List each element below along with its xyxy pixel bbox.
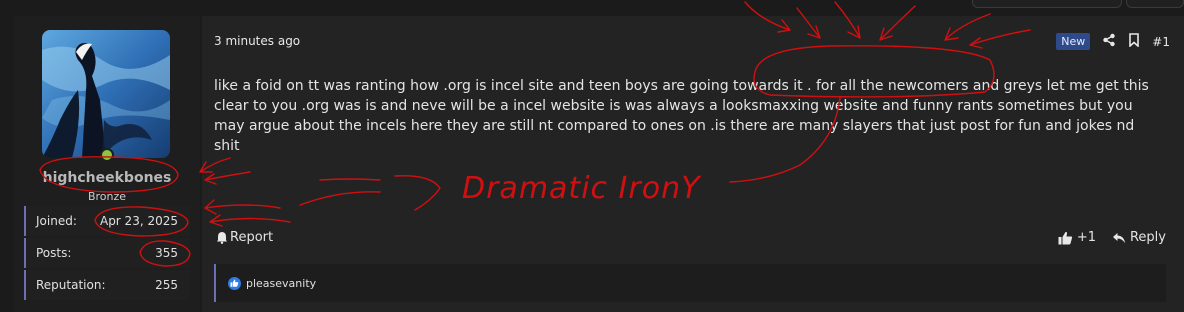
post-number[interactable]: #1	[1152, 35, 1170, 49]
reactions-bar: pleasevanity	[214, 264, 1166, 302]
thumbs-up-icon	[1058, 231, 1072, 244]
reaction-user-link[interactable]: pleasevanity	[246, 277, 316, 290]
like-button[interactable]: +1	[1058, 230, 1096, 245]
user-rank: Bronze	[87, 190, 127, 203]
new-badge: New	[1056, 33, 1091, 50]
reply-button[interactable]: Reply	[1112, 230, 1166, 245]
bookmark-icon[interactable]	[1128, 32, 1140, 51]
post-timestamp[interactable]: 3 minutes ago	[214, 34, 300, 48]
stat-reputation: Reputation: 255	[24, 270, 190, 300]
top-strip	[0, 0, 1184, 8]
username[interactable]: highcheekbones	[14, 170, 200, 186]
like-reaction-icon	[228, 276, 241, 290]
reply-arrow-icon	[1112, 232, 1125, 243]
post-body: 3 minutes ago New #1 like a foid on tt w…	[202, 16, 1184, 312]
stat-value: 255	[155, 278, 178, 292]
post-footer-actions: +1 Reply	[1058, 230, 1166, 245]
stat-joined: Joined: Apr 23, 2025	[24, 206, 190, 236]
stat-label: Joined:	[36, 214, 77, 228]
avatar[interactable]	[42, 30, 170, 158]
stat-posts: Posts: 355	[24, 238, 190, 268]
like-count: +1	[1076, 230, 1096, 245]
online-status-indicator	[100, 148, 114, 162]
stat-value: Apr 23, 2025	[99, 214, 178, 228]
reply-label: Reply	[1129, 230, 1166, 245]
stat-value: 355	[155, 246, 178, 260]
top-tab-end	[1126, 0, 1184, 8]
avatar-image	[42, 30, 170, 158]
top-tab	[972, 0, 1122, 8]
stat-label: Reputation:	[36, 278, 106, 292]
user-info-column: highcheekbones Bronze Joined: Apr 23, 20…	[14, 16, 200, 312]
report-button[interactable]: Report	[216, 230, 273, 245]
post-actions: New #1	[1056, 32, 1170, 51]
share-icon[interactable]	[1102, 32, 1116, 51]
post-content: like a foid on tt was ranting how .org i…	[214, 78, 1149, 154]
stat-label: Posts:	[36, 246, 72, 260]
report-label: Report	[230, 230, 274, 245]
bell-icon	[217, 232, 227, 244]
